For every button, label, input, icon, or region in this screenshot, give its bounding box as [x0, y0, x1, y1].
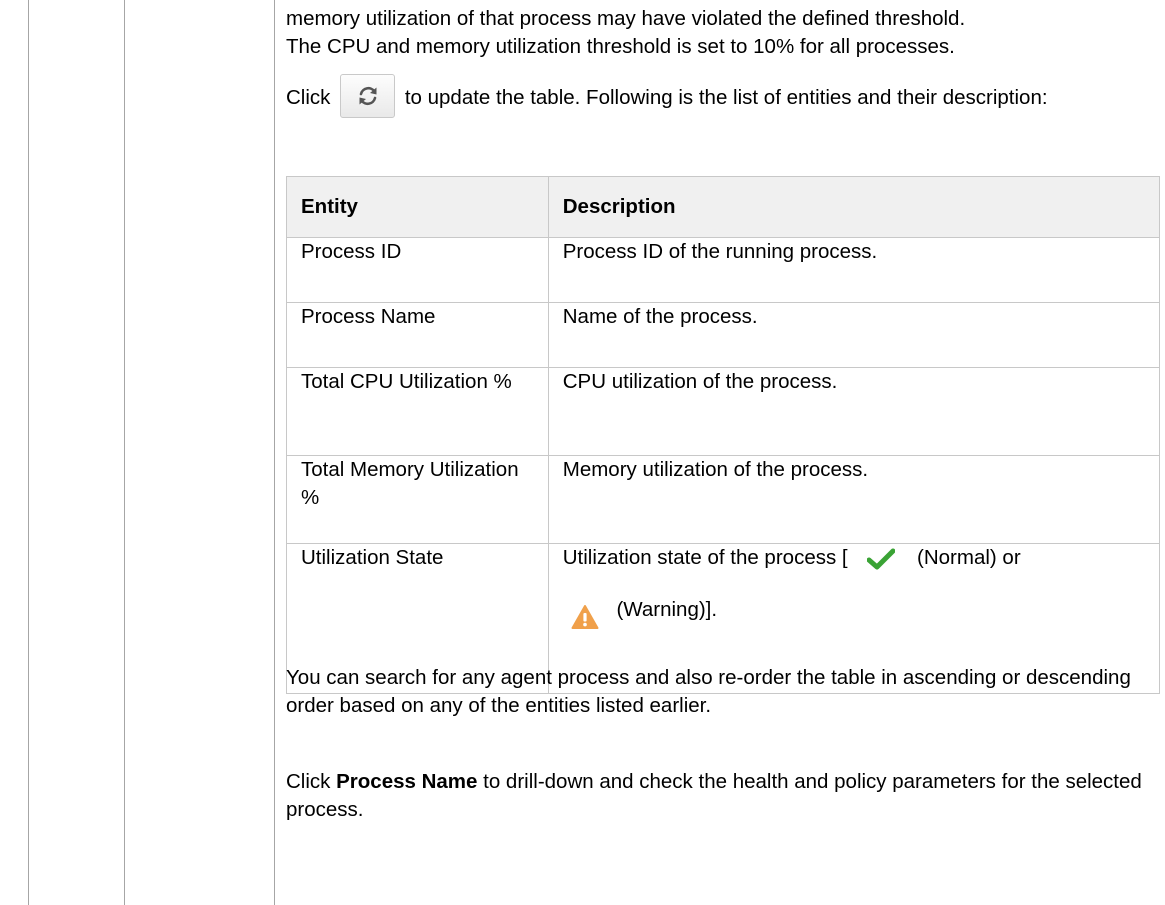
column-header-description: Description: [547, 176, 1161, 238]
refresh-icon: [359, 86, 377, 106]
warning-icon: [571, 605, 599, 629]
entity-cell: Total CPU Utilization %: [286, 367, 549, 456]
state-description-prefix: Utilization state of the process [: [562, 546, 848, 569]
entity-cell: Total Memory Utilization %: [286, 455, 549, 544]
table-row: Total CPU Utilization % CPU utilization …: [286, 367, 1161, 456]
refresh-suffix: to update the table. Following is the li…: [404, 86, 1048, 109]
description-cell: Name of the process.: [547, 302, 1161, 368]
checkmark-icon: [867, 548, 896, 570]
refresh-paragraph: Click to update the table. Following is …: [286, 74, 1165, 118]
column-header-entity: Entity: [286, 176, 549, 238]
drilldown-prefix: Click: [286, 770, 331, 793]
column-divider-1: [28, 0, 29, 905]
description-cell: Memory utilization of the process.: [547, 455, 1161, 544]
intro-line-2: The CPU and memory utilization threshold…: [286, 35, 955, 58]
column-divider-2: [124, 0, 125, 905]
entity-cell: Process ID: [286, 237, 549, 303]
drilldown-paragraph: Click Process Name to drill-down and che…: [286, 768, 1165, 824]
state-line-2: (Warning)].: [563, 596, 1145, 630]
table-row: Process ID Process ID of the running pro…: [286, 237, 1161, 303]
process-name-term: Process Name: [336, 770, 478, 793]
search-paragraph: You can search for any agent process and…: [286, 666, 1131, 717]
intro-paragraph: memory utilization of that process may h…: [286, 5, 1165, 61]
column-divider-3: [274, 0, 275, 905]
entity-table: Entity Description Process ID Process ID…: [286, 176, 1161, 694]
state-line-1: Utilization state of the process [ (Norm…: [563, 544, 1145, 572]
normal-label: (Normal) or: [917, 546, 1021, 569]
refresh-button[interactable]: [340, 74, 396, 118]
table-header-row: Entity Description: [286, 176, 1161, 238]
intro-line-1: memory utilization of that process may h…: [286, 7, 966, 30]
description-cell: Process ID of the running process.: [547, 237, 1161, 303]
refresh-prefix: Click: [286, 86, 331, 109]
table-row: Total Memory Utilization % Memory utiliz…: [286, 455, 1161, 544]
warning-label: (Warning)].: [616, 598, 718, 621]
entity-cell: Process Name: [286, 302, 549, 368]
description-cell: CPU utilization of the process.: [547, 367, 1161, 456]
table-row: Process Name Name of the process.: [286, 302, 1161, 368]
